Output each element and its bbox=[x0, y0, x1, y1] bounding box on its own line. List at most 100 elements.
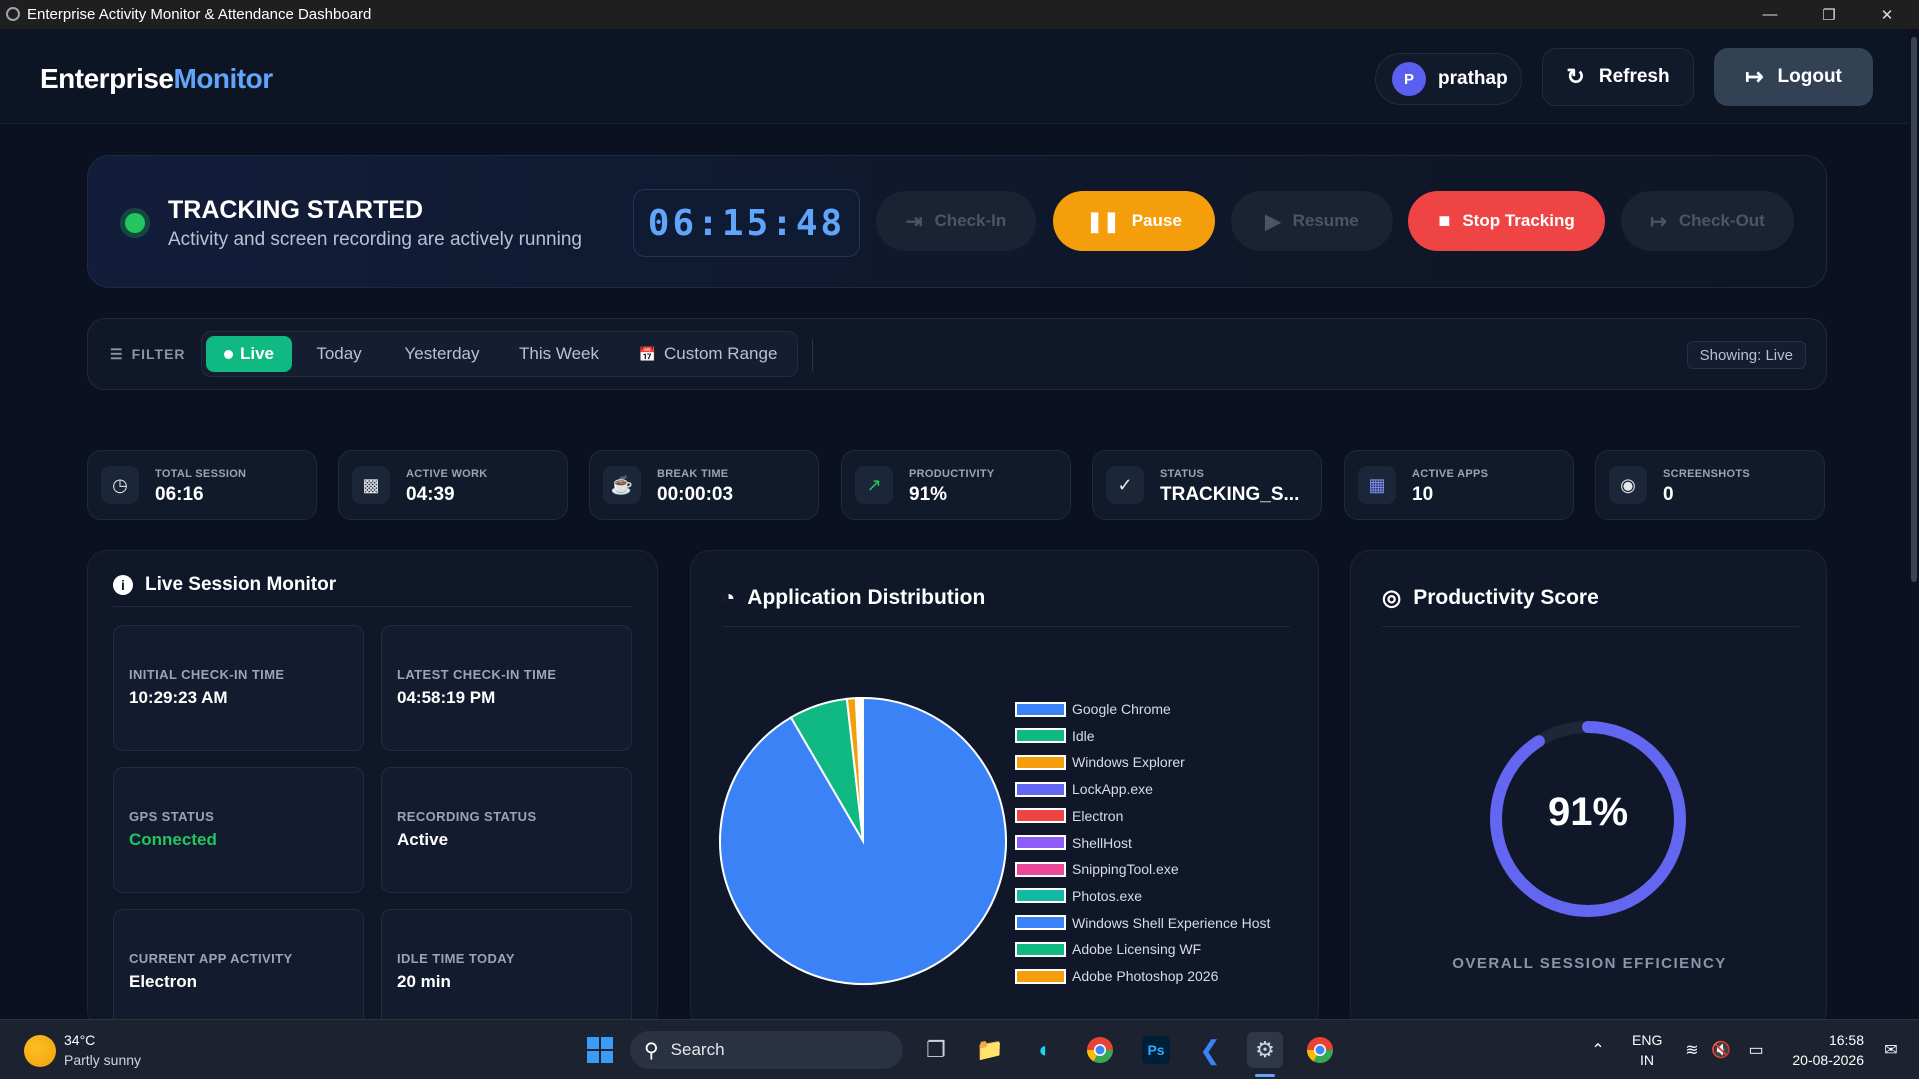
active-app-indicator bbox=[1255, 1074, 1275, 1077]
chrome-icon[interactable] bbox=[1082, 1032, 1118, 1068]
refresh-button[interactable]: ↻ Refresh bbox=[1542, 48, 1694, 106]
tracking-card: TRACKING STARTED Activity and screen rec… bbox=[87, 155, 1827, 288]
camera-icon: ◉ bbox=[1609, 466, 1647, 504]
start-menu-icon[interactable] bbox=[582, 1032, 618, 1068]
filter-live[interactable]: Live bbox=[206, 336, 292, 372]
filter-divider bbox=[812, 339, 813, 371]
avatar: P bbox=[1392, 62, 1426, 96]
legend-item[interactable]: Adobe Photoshop 2026 bbox=[1015, 967, 1218, 985]
legend-item[interactable]: Idle bbox=[1015, 727, 1095, 745]
legend-label: Electron bbox=[1072, 807, 1124, 824]
window-titlebar: Enterprise Activity Monitor & Attendance… bbox=[0, 0, 1919, 29]
legend-item[interactable]: Windows Shell Experience Host bbox=[1015, 914, 1270, 932]
weather-icon[interactable] bbox=[24, 1035, 56, 1067]
weather-desc: Partly sunny bbox=[64, 1052, 142, 1068]
stat-active-work: ▩ ACTIVE WORK 04:39 bbox=[338, 450, 568, 520]
scrollbar-track[interactable] bbox=[1910, 29, 1919, 1019]
legend-item[interactable]: Photos.exe bbox=[1015, 887, 1142, 905]
taskbar-search[interactable]: ⚲ Search bbox=[630, 1031, 903, 1069]
coffee-icon: ☕ bbox=[603, 466, 641, 504]
live-dot-icon bbox=[223, 349, 233, 359]
legend-swatch bbox=[1015, 701, 1066, 717]
showing-badge: Showing: Live bbox=[1686, 341, 1806, 369]
legend-swatch bbox=[1015, 835, 1066, 850]
panel-divider bbox=[113, 606, 633, 607]
filter-today[interactable]: Today bbox=[298, 336, 380, 372]
legend-item[interactable]: Windows Explorer bbox=[1015, 753, 1185, 771]
tracking-subtitle: Activity and screen recording are active… bbox=[168, 229, 582, 250]
user-pill[interactable]: P prathap bbox=[1375, 53, 1522, 105]
clock-time[interactable]: 16:58 bbox=[1784, 1032, 1864, 1048]
shield-icon: ✓ bbox=[1106, 466, 1144, 504]
date-filter-segment: Live Today Yesterday This Week 📅 Custom … bbox=[201, 331, 798, 377]
login-icon: ⇥ bbox=[905, 210, 923, 233]
chevron-up-icon[interactable]: ⌃ bbox=[1580, 1032, 1616, 1068]
filter-yesterday[interactable]: Yesterday bbox=[388, 336, 496, 372]
app-distribution-title: ◔ Application Distribution bbox=[722, 585, 986, 610]
idle-time-card: IDLE TIME TODAY 20 min bbox=[381, 909, 632, 1035]
info-icon: i bbox=[113, 575, 133, 595]
legend-swatch bbox=[1015, 968, 1066, 984]
legend-label: Windows Shell Experience Host bbox=[1072, 914, 1271, 931]
volume-muted-icon[interactable]: 🔇 bbox=[1703, 1032, 1739, 1068]
stat-productivity: ↗ PRODUCTIVITY 91% bbox=[841, 450, 1071, 520]
latest-checkin-card: LATEST CHECK-IN TIME 04:58:19 PM bbox=[381, 625, 632, 751]
vscode-icon[interactable]: ❮ bbox=[1192, 1032, 1228, 1068]
battery-icon[interactable]: ▭ bbox=[1738, 1032, 1774, 1068]
edge-browser-icon[interactable]: ◐ bbox=[1027, 1032, 1063, 1068]
stat-screenshots: ◉ SCREENSHOTS 0 bbox=[1595, 450, 1825, 520]
user-name: prathap bbox=[1438, 68, 1508, 89]
scrollbar-thumb[interactable] bbox=[1911, 37, 1917, 582]
legend-item[interactable]: Electron bbox=[1015, 807, 1123, 825]
chrome-profile-icon[interactable] bbox=[1302, 1032, 1338, 1068]
legend-item[interactable]: SnippingTool.exe bbox=[1015, 860, 1179, 878]
calendar-icon: 📅 bbox=[638, 345, 657, 362]
legend-swatch bbox=[1015, 915, 1066, 931]
gps-status-value: Connected bbox=[129, 830, 217, 849]
legend-label: Idle bbox=[1072, 727, 1095, 744]
photoshop-icon[interactable]: Ps bbox=[1138, 1032, 1174, 1068]
clock-icon: ◷ bbox=[101, 466, 139, 504]
grid-icon: ▦ bbox=[1358, 466, 1396, 504]
filter-this-week[interactable]: This Week bbox=[504, 336, 614, 372]
check-out-button[interactable]: ↦ Check-Out bbox=[1621, 191, 1794, 251]
filter-custom-range[interactable]: 📅 Custom Range bbox=[622, 336, 794, 372]
file-explorer-icon[interactable]: 📁 bbox=[972, 1032, 1008, 1068]
notification-icon[interactable]: ✉ bbox=[1873, 1032, 1909, 1068]
legend-item[interactable]: Adobe Licensing WF bbox=[1015, 940, 1201, 958]
legend-item[interactable]: ShellHost bbox=[1015, 834, 1132, 852]
language-line1[interactable]: ENG bbox=[1632, 1032, 1662, 1048]
legend-swatch bbox=[1015, 728, 1066, 744]
stat-break-time: ☕ BREAK TIME 00:00:03 bbox=[589, 450, 819, 520]
current-app-card: CURRENT APP ACTIVITY Electron bbox=[113, 909, 364, 1035]
pause-button[interactable]: ❚❚ Pause bbox=[1053, 191, 1215, 251]
minimize-icon[interactable]: — bbox=[1747, 0, 1793, 29]
initial-checkin-card: INITIAL CHECK-IN TIME 10:29:23 AM bbox=[113, 625, 364, 751]
productivity-score: 91% bbox=[1547, 790, 1629, 834]
restore-icon[interactable]: ❐ bbox=[1806, 0, 1852, 29]
monitor-app-icon[interactable]: ⚙ bbox=[1247, 1032, 1283, 1068]
productivity-title: ◎ Productivity Score bbox=[1382, 585, 1599, 610]
stop-tracking-button[interactable]: ■ Stop Tracking bbox=[1408, 191, 1605, 251]
app-header: EnterpriseMonitor P prathap ↻ Refresh ↦ … bbox=[0, 29, 1908, 124]
live-session-title: i Live Session Monitor bbox=[113, 574, 336, 596]
trending-up-icon: ↗ bbox=[855, 466, 893, 504]
resume-button[interactable]: ▶ Resume bbox=[1231, 191, 1393, 251]
pie-chart-icon: ◔ bbox=[722, 585, 736, 610]
filter-label: ☰ FILTER bbox=[110, 346, 186, 362]
app-distribution-pie bbox=[719, 696, 1007, 985]
check-in-button[interactable]: ⇥ Check-In bbox=[876, 191, 1036, 251]
legend-item[interactable]: LockApp.exe bbox=[1015, 780, 1153, 798]
legend-label: Windows Explorer bbox=[1072, 754, 1185, 771]
stat-status: ✓ STATUS TRACKING_S... bbox=[1092, 450, 1322, 520]
task-view-icon[interactable]: ❐ bbox=[918, 1032, 954, 1068]
legend-swatch bbox=[1015, 941, 1066, 957]
logout-button[interactable]: ↦ Logout bbox=[1714, 48, 1873, 106]
legend-label: Adobe Photoshop 2026 bbox=[1072, 968, 1219, 984]
close-icon[interactable]: ✕ bbox=[1864, 0, 1910, 29]
clock-date: 20-08-2026 bbox=[1792, 1052, 1864, 1068]
legend-item[interactable]: Google Chrome bbox=[1015, 700, 1171, 718]
live-status-dot bbox=[125, 213, 145, 233]
filter-bar: ☰ FILTER Live Today Yesterday This Week 📅… bbox=[87, 318, 1827, 390]
session-timer: 06:15:48 bbox=[633, 189, 860, 257]
